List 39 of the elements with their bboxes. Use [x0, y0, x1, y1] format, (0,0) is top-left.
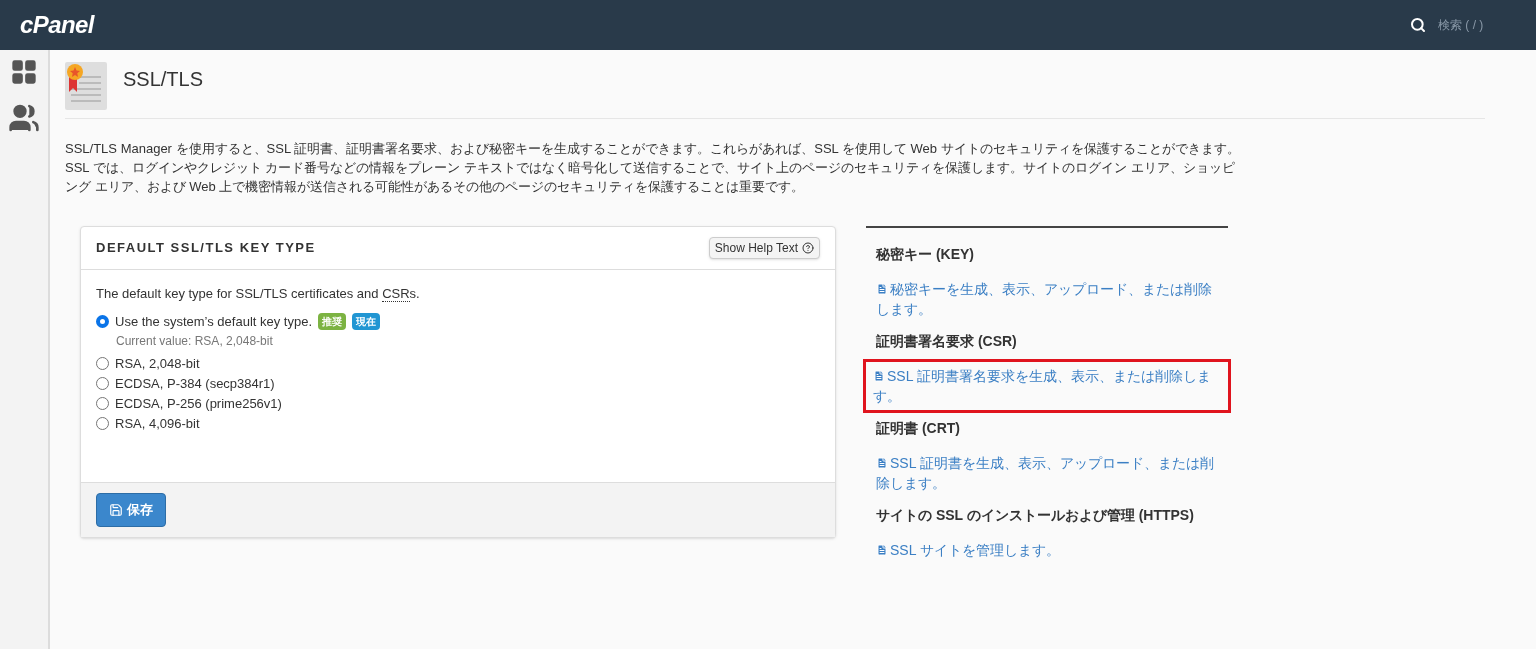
key-type-radio[interactable]: [96, 377, 109, 390]
key-type-radio[interactable]: [96, 315, 109, 328]
section-heading: サイトの SSL のインストールおよび管理 (HTTPS): [875, 507, 1195, 524]
users-icon[interactable]: [8, 102, 40, 134]
option-label: Use the system’s default key type.: [115, 312, 313, 331]
save-button[interactable]: 保存: [96, 493, 166, 527]
logo[interactable]: cPanel: [20, 7, 94, 43]
panel-intro: The default key type for SSL/TLS certificates and CSRs.: [96, 285, 421, 304]
current-value-note: Current value: RSA, 2,048-bit: [115, 332, 274, 350]
panel-title: DEFAULT SSL/TLS KEY TYPE: [96, 239, 316, 258]
grid-icon[interactable]: [10, 58, 38, 86]
section-link[interactable]: SSL 証明書を生成、表示、アップロード、または削除します。: [876, 453, 1218, 493]
search-field[interactable]: 検索 ( / ): [1438, 16, 1508, 34]
section-link[interactable]: SSL 証明書署名要求を生成、表示、または削除します。: [873, 366, 1221, 406]
page-description: SSL/TLS Manager を使用すると、SSL 証明書、証明書署名要求、および秘密キーを生成することができます。これらがあれば、SSL を使用して Web サイトのセキュリティを保護することができます。SSL では、ログインやクレジット カード番号などの情報をプレーン テキストではなく暗号化して送信することで、サイト上のページのセキュリティを保護します。サイトのログイン エリア、ショッピング エリア、および Web 上で機密情報が送信される可能性があるその他のページのセキュリティを保護することは重要です。: [65, 140, 1241, 196]
document-icon: [876, 543, 888, 557]
status-badge: 現在: [352, 313, 381, 330]
section-heading: 秘密キー (KEY): [874, 246, 975, 263]
document-icon: [873, 369, 885, 383]
section-heading: 証明書署名要求 (CSR): [875, 333, 1018, 350]
help-text-button[interactable]: Show Help Text: [708, 237, 820, 259]
document-icon: [876, 282, 888, 296]
document-icon: [876, 456, 888, 470]
option-label: ECDSA, P-384 (secp384r1): [115, 374, 275, 393]
section-heading: 証明書 (CRT): [875, 420, 961, 437]
key-type-radio[interactable]: [96, 397, 109, 410]
save-icon: [109, 503, 123, 517]
option-label: RSA, 2,048-bit: [115, 354, 200, 373]
option-label: RSA, 4,096-bit: [115, 414, 200, 433]
section-link[interactable]: 秘密キーを生成、表示、アップロード、または削除します。: [876, 279, 1218, 319]
key-type-radio[interactable]: [96, 357, 109, 370]
status-badge: 推奨: [318, 313, 347, 330]
option-label: ECDSA, P-256 (prime256v1): [115, 394, 282, 413]
section-link[interactable]: SSL サイトを管理します。: [876, 540, 1218, 560]
search-icon[interactable]: [1410, 17, 1426, 33]
key-type-radio[interactable]: [96, 417, 109, 430]
certificate-icon: [65, 62, 107, 110]
help-icon: [802, 242, 814, 254]
page-title: SSL/TLS: [123, 67, 204, 92]
